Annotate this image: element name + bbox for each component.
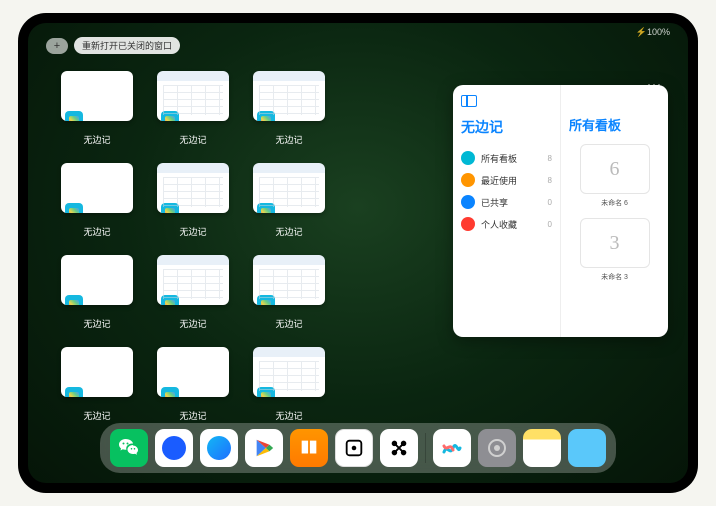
- blue-circle-app-app-icon[interactable]: [155, 429, 193, 467]
- freeform-app-icon: [161, 111, 179, 121]
- window-preview[interactable]: [157, 71, 229, 121]
- app-switcher-grid: 无边记无边记无边记无边记无边记无边记无边记无边记无边记无边记无边记无边记: [58, 71, 424, 425]
- dock-divider: [425, 433, 426, 463]
- freeform-app-icon: [161, 387, 179, 397]
- sidebar-item-label: 已共享: [481, 196, 508, 209]
- app-window-thumbnail[interactable]: 无边记: [58, 255, 136, 333]
- sidebar-item-icon: [461, 195, 475, 209]
- top-controls: + 重新打开已关闭的窗口: [46, 37, 180, 54]
- panel-right-title: 所有看板: [569, 115, 660, 134]
- stage-manager-panel[interactable]: ··· 无边记 所有看板8最近使用8已共享0个人收藏0 所有看板 6未命名 63…: [453, 85, 668, 337]
- board-name: 未命名 3: [569, 272, 660, 282]
- ipad-frame: ⚡100% + 重新打开已关闭的窗口 无边记无边记无边记无边记无边记无边记无边记…: [18, 13, 698, 493]
- freeform-app-icon: [257, 111, 275, 121]
- window-preview[interactable]: [253, 163, 325, 213]
- sidebar-item-icon: [461, 217, 475, 231]
- sidebar-toggle-icon[interactable]: [461, 95, 477, 107]
- panel-sidebar: 无边记 所有看板 8 最近使用 8 已共享 0 个人收藏 0: [453, 85, 561, 337]
- thumb-label: 无边记: [275, 317, 302, 330]
- sidebar-item-label: 所有看板: [481, 152, 517, 165]
- thumb-label: 无边记: [83, 409, 110, 422]
- app-window-thumbnail[interactable]: 无边记: [250, 71, 328, 149]
- board-thumbnail[interactable]: 6 未命名 6: [569, 144, 660, 208]
- thumb-label: 无边记: [179, 225, 206, 238]
- app-window-thumbnail[interactable]: 无边记: [58, 163, 136, 241]
- window-preview[interactable]: [61, 347, 133, 397]
- window-preview[interactable]: [61, 163, 133, 213]
- more-icon[interactable]: ···: [647, 77, 662, 91]
- app-window-thumbnail[interactable]: 无边记: [58, 347, 136, 425]
- window-preview[interactable]: [157, 255, 229, 305]
- dock: [100, 423, 616, 473]
- freeform-app-icon: [65, 203, 83, 213]
- app-window-thumbnail[interactable]: 无边记: [250, 347, 328, 425]
- new-window-button[interactable]: +: [46, 38, 68, 54]
- app-window-thumbnail[interactable]: 无边记: [154, 71, 232, 149]
- sidebar-item-count: 0: [548, 198, 552, 207]
- freeform-app-icon: [65, 387, 83, 397]
- screen: ⚡100% + 重新打开已关闭的窗口 无边记无边记无边记无边记无边记无边记无边记…: [28, 23, 688, 483]
- board-preview: 6: [580, 144, 650, 194]
- thumb-label: 无边记: [275, 225, 302, 238]
- window-preview[interactable]: [253, 71, 325, 121]
- window-preview[interactable]: [253, 347, 325, 397]
- reopen-closed-window-button[interactable]: 重新打开已关闭的窗口: [74, 37, 180, 54]
- play-app-icon[interactable]: [245, 429, 283, 467]
- sidebar-item[interactable]: 所有看板 8: [461, 147, 552, 169]
- thumb-label: 无边记: [83, 225, 110, 238]
- sidebar-item-count: 8: [548, 176, 552, 185]
- sidebar-item-count: 8: [548, 154, 552, 163]
- sidebar-item-label: 最近使用: [481, 174, 517, 187]
- panel-title: 无边记: [461, 117, 552, 137]
- thumb-label: 无边记: [83, 133, 110, 146]
- window-preview[interactable]: [61, 255, 133, 305]
- app-window-thumbnail[interactable]: 无边记: [250, 163, 328, 241]
- window-preview[interactable]: [157, 347, 229, 397]
- freeform-app-icon: [257, 295, 275, 305]
- freeform-app-icon: [65, 295, 83, 305]
- sidebar-item[interactable]: 个人收藏 0: [461, 213, 552, 235]
- window-preview[interactable]: [157, 163, 229, 213]
- board-thumbnail[interactable]: 3 未命名 3: [569, 218, 660, 282]
- freeform-app-icon: [65, 111, 83, 121]
- panel-content: 所有看板 6 未命名 6 3 未命名 3: [561, 85, 668, 337]
- wechat-app-icon[interactable]: [110, 429, 148, 467]
- thumb-label: 无边记: [179, 133, 206, 146]
- app-library-app-icon[interactable]: [568, 429, 606, 467]
- sidebar-item-label: 个人收藏: [481, 218, 517, 231]
- freeform-app-icon: [257, 203, 275, 213]
- board-name: 未命名 6: [569, 198, 660, 208]
- freeform-app-icon: [161, 295, 179, 305]
- books-app-icon[interactable]: [290, 429, 328, 467]
- sidebar-item-icon: [461, 151, 475, 165]
- sidebar-item[interactable]: 已共享 0: [461, 191, 552, 213]
- thumb-label: 无边记: [179, 317, 206, 330]
- sidebar-item-count: 0: [548, 220, 552, 229]
- app-window-thumbnail[interactable]: 无边记: [154, 347, 232, 425]
- app-window-thumbnail[interactable]: 无边记: [250, 255, 328, 333]
- thumb-label: 无边记: [275, 409, 302, 422]
- app-window-thumbnail[interactable]: 无边记: [58, 71, 136, 149]
- thumb-label: 无边记: [275, 133, 302, 146]
- thumb-label: 无边记: [83, 317, 110, 330]
- qq-app-icon[interactable]: [200, 429, 238, 467]
- notes-app-icon[interactable]: [523, 429, 561, 467]
- freeform-app-icon[interactable]: [433, 429, 471, 467]
- app-window-thumbnail[interactable]: 无边记: [154, 255, 232, 333]
- app-window-thumbnail[interactable]: 无边记: [154, 163, 232, 241]
- status-bar: ⚡100%: [636, 27, 670, 38]
- dots-app-icon[interactable]: [335, 429, 373, 467]
- sidebar-item[interactable]: 最近使用 8: [461, 169, 552, 191]
- camo-app-icon[interactable]: [380, 429, 418, 467]
- sidebar-item-icon: [461, 173, 475, 187]
- window-preview[interactable]: [61, 71, 133, 121]
- thumb-label: 无边记: [179, 409, 206, 422]
- freeform-app-icon: [257, 387, 275, 397]
- board-preview: 3: [580, 218, 650, 268]
- settings-app-icon[interactable]: [478, 429, 516, 467]
- window-preview[interactable]: [253, 255, 325, 305]
- freeform-app-icon: [161, 203, 179, 213]
